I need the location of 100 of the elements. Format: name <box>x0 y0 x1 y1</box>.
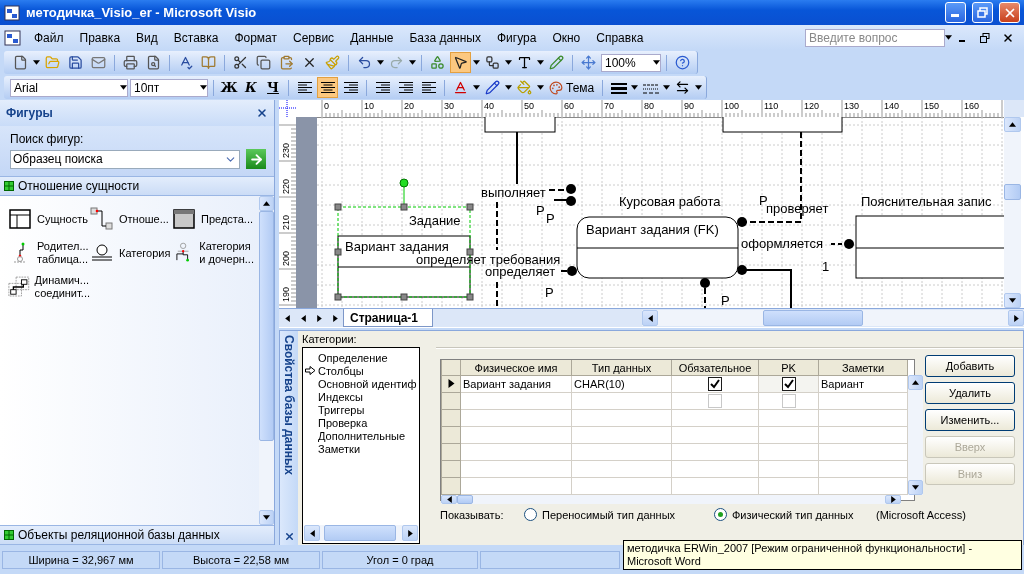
restore-icon[interactable] <box>980 32 990 43</box>
font-combo[interactable]: Arial <box>10 78 128 97</box>
line-pattern-icon <box>642 81 659 94</box>
menu-item[interactable]: Вставка <box>165 30 227 45</box>
menu-item[interactable]: Файл <box>26 30 72 45</box>
font-size-combo[interactable]: 10пт <box>130 78 208 97</box>
scroll-down-button[interactable] <box>259 510 274 525</box>
scroll-down-button[interactable] <box>908 480 923 495</box>
menu-item[interactable]: База данных <box>401 30 489 45</box>
redo-icon <box>389 55 404 70</box>
stencil-header[interactable]: Отношение сущности <box>0 176 274 196</box>
column-header[interactable]: Заметки <box>818 360 908 376</box>
minimize-button[interactable] <box>945 2 966 23</box>
outdent-icon <box>421 81 436 94</box>
visio-document-icon <box>4 29 22 46</box>
scrollbar-thumb[interactable] <box>457 495 473 504</box>
radio-label[interactable]: Переносимый тип данных <box>542 508 676 521</box>
scrollbar[interactable] <box>304 525 418 541</box>
scroll-down-button[interactable] <box>1004 293 1021 308</box>
theme-button[interactable]: Тема <box>546 77 598 98</box>
menu-item[interactable]: Окно <box>544 30 589 45</box>
underline-button[interactable]: Ч <box>263 77 283 98</box>
bold-button[interactable]: Ж <box>219 77 239 98</box>
shapes-icon <box>430 55 445 70</box>
column-header[interactable]: Обязательное <box>671 360 759 376</box>
scrollbar[interactable] <box>1004 117 1021 308</box>
checkbox[interactable] <box>781 377 796 392</box>
stencil-header[interactable]: Объекты реляционной базы данных <box>0 525 274 545</box>
restore-button[interactable] <box>972 2 993 23</box>
relationship-label: P <box>536 203 545 218</box>
scrollbar[interactable] <box>259 196 274 525</box>
close-icon[interactable] <box>256 107 268 119</box>
close-icon[interactable] <box>1002 31 1014 44</box>
stencil-grid-icon <box>4 530 14 540</box>
search-field[interactable]: Образец поиска <box>10 149 240 169</box>
column-header[interactable]: Тип данных <box>571 360 672 376</box>
category-item[interactable]: Столбцы <box>318 364 364 377</box>
scroll-up-button[interactable] <box>259 196 274 211</box>
stencil-item[interactable]: Сущность <box>8 202 90 236</box>
scrollbar-thumb[interactable] <box>324 525 396 541</box>
stencil-item[interactable]: Категория <box>90 236 172 270</box>
category-item[interactable]: Индексы <box>318 390 363 403</box>
close-icon[interactable] <box>283 531 295 542</box>
scroll-left-button[interactable] <box>642 310 658 326</box>
dialog-button[interactable]: Добавить <box>925 355 1015 377</box>
menu-item[interactable]: Фигура <box>488 30 545 45</box>
open-folder-icon <box>45 55 60 70</box>
category-item[interactable]: Основной идентиф <box>318 377 417 390</box>
menu-item[interactable]: Вид <box>128 30 166 45</box>
scroll-up-button[interactable] <box>1004 117 1021 132</box>
scroll-left-button[interactable] <box>441 495 457 504</box>
relationship-icon <box>90 207 114 231</box>
entity-title: Задание <box>409 213 461 228</box>
stencil-item[interactable]: Родител... таблица... <box>8 236 90 270</box>
column-header[interactable]: Физическое имя <box>460 360 572 376</box>
stencil-item[interactable]: Динамич... соединит... <box>8 270 90 304</box>
radio-label[interactable]: Физический тип данных <box>732 508 854 521</box>
category-item[interactable]: Триггеры <box>318 403 365 416</box>
scroll-left-button[interactable] <box>304 525 320 541</box>
help-search-field[interactable]: Введите вопрос <box>805 28 945 47</box>
dialog-button[interactable]: Удалить <box>925 382 1015 404</box>
scrollbar[interactable] <box>642 310 1024 326</box>
scroll-right-icon <box>1012 314 1020 322</box>
menu-item[interactable]: Сервис <box>285 30 343 45</box>
dialog-button[interactable]: Изменить... <box>925 409 1015 431</box>
category-item[interactable]: Дополнительные <box>318 429 406 442</box>
line-ends-icon <box>675 80 691 95</box>
categories-label: Категории: <box>302 333 358 347</box>
pointer-tool-button[interactable] <box>450 52 471 73</box>
close-button[interactable] <box>999 2 1020 23</box>
menu-item[interactable]: Справка <box>588 30 652 45</box>
stencil-item[interactable]: Отноше... <box>90 202 172 236</box>
bullets-icon <box>375 81 390 94</box>
zoom-combo[interactable]: 100% <box>601 53 661 72</box>
scroll-right-button[interactable] <box>1008 310 1024 326</box>
scrollbar-thumb[interactable] <box>1004 184 1021 200</box>
scroll-right-button[interactable] <box>402 525 418 541</box>
scrollbar[interactable] <box>908 375 923 495</box>
scroll-up-button[interactable] <box>908 375 923 390</box>
scrollbar-thumb[interactable] <box>259 211 274 441</box>
menu-item[interactable]: Формат <box>226 30 286 45</box>
search-button[interactable] <box>246 149 266 169</box>
stencil-item[interactable]: Категория и дочерн... <box>172 236 254 270</box>
scrollbar[interactable] <box>441 495 901 504</box>
align-center-button[interactable] <box>317 77 338 98</box>
scrollbar-thumb[interactable] <box>763 310 863 326</box>
radio-button[interactable] <box>524 508 537 521</box>
checkbox[interactable] <box>708 377 722 392</box>
menu-item[interactable]: Правка <box>71 30 129 45</box>
column-header[interactable]: PK <box>758 360 819 376</box>
page-tab[interactable]: Страница-1 <box>343 309 434 327</box>
radio-button[interactable] <box>714 508 727 521</box>
category-item[interactable]: Определение <box>318 351 388 364</box>
menu-item[interactable]: Данные <box>342 30 402 45</box>
italic-button[interactable]: К <box>241 77 261 98</box>
category-item[interactable]: Заметки <box>318 442 361 455</box>
ruler-number: 210 <box>281 214 291 230</box>
category-item[interactable]: Проверка <box>318 416 368 429</box>
stencil-item[interactable]: Предста... <box>172 202 254 236</box>
scroll-right-button[interactable] <box>885 495 901 504</box>
